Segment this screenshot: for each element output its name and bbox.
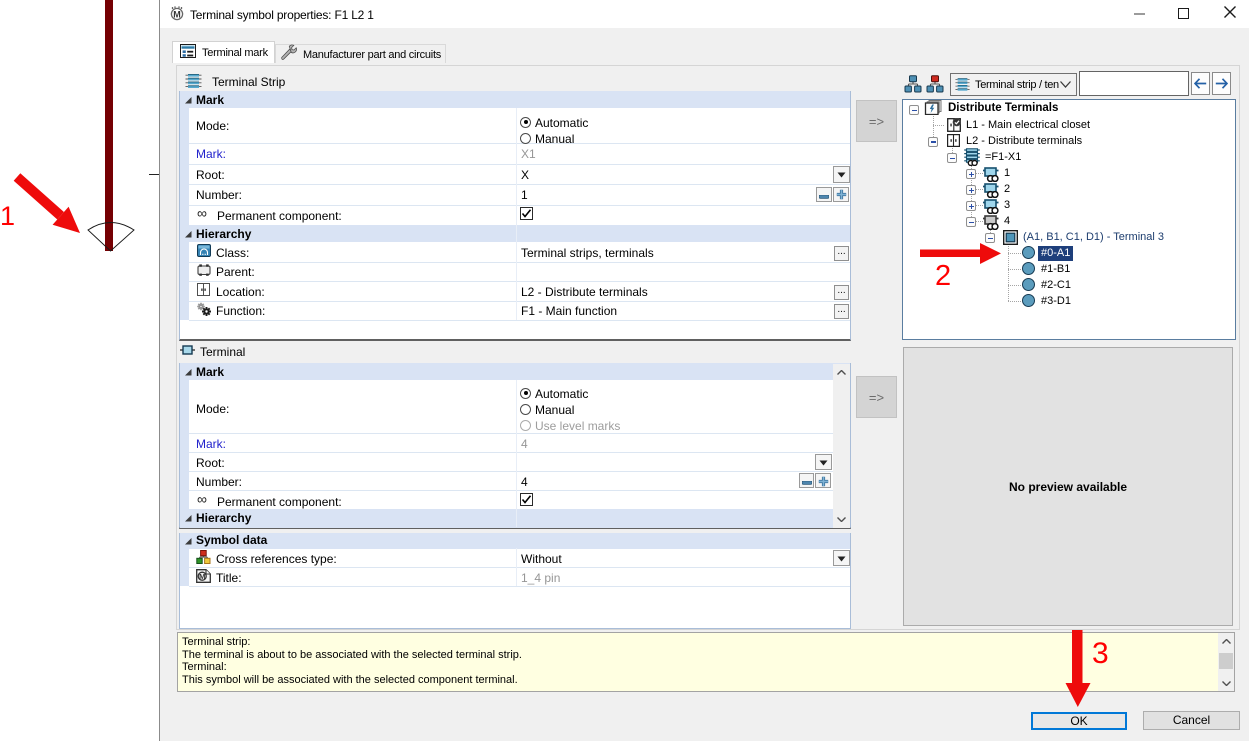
svg-text:M: M (173, 9, 181, 19)
svg-text:M: M (199, 572, 205, 581)
